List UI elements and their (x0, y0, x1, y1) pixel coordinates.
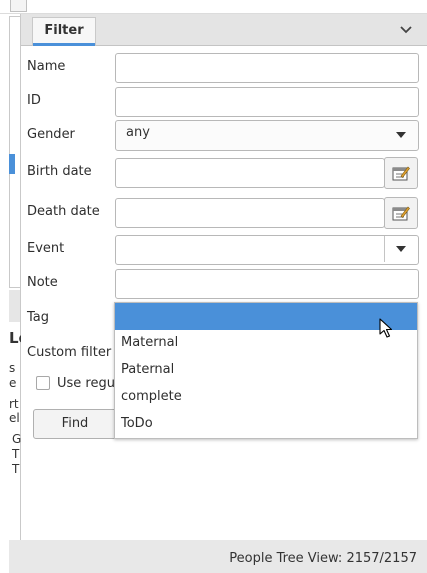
left-pane-text-fragment: s (9, 361, 16, 375)
birth-date-label: Birth date (27, 164, 92, 179)
gender-select[interactable]: any (115, 120, 419, 151)
left-pane-scroll-area (9, 290, 20, 322)
left-pane-text-fragment: el (9, 411, 20, 425)
event-label: Event (27, 241, 65, 256)
status-text: People Tree View: 2157/2157 (229, 551, 417, 566)
id-label: ID (27, 93, 41, 108)
tag-option-empty[interactable] (115, 303, 417, 330)
birth-date-calendar-button[interactable] (384, 157, 418, 189)
use-regex-checkbox[interactable] (36, 376, 50, 390)
death-date-calendar-button[interactable] (384, 197, 418, 229)
find-button-label: Find (61, 416, 89, 431)
custom-filter-label: Custom filter (27, 345, 112, 360)
tag-label: Tag (27, 310, 50, 325)
find-button[interactable]: Find (33, 409, 117, 439)
calendar-edit-icon (392, 166, 410, 181)
death-date-label: Death date (27, 204, 100, 219)
calendar-edit-icon (392, 206, 410, 221)
mouse-cursor-icon (379, 318, 393, 338)
left-pane-text-fragment: G (12, 432, 22, 446)
gender-value: any (126, 125, 150, 140)
left-pane-selected-row[interactable] (9, 154, 15, 174)
tab-active-indicator (33, 43, 95, 46)
gender-label: Gender (27, 127, 75, 142)
birth-date-field[interactable] (115, 158, 385, 188)
left-pane-text-fragment: T (12, 447, 20, 461)
left-pane-list[interactable] (9, 16, 20, 288)
name-field[interactable] (115, 53, 419, 83)
tag-option-complete[interactable]: complete (121, 389, 182, 404)
tag-option-maternal[interactable]: Maternal (121, 335, 178, 350)
tag-option-paternal[interactable]: Paternal (121, 362, 174, 377)
name-label: Name (27, 59, 66, 74)
top-tab-edge[interactable] (10, 0, 27, 12)
chevron-down-icon[interactable] (396, 20, 416, 40)
id-field[interactable] (115, 87, 419, 117)
tag-option-todo[interactable]: ToDo (121, 416, 153, 431)
note-field[interactable] (115, 269, 419, 299)
left-pane-text-fragment: rt (9, 397, 19, 411)
dropdown-arrow-icon (396, 132, 406, 138)
use-regex-label: Use regu (57, 376, 115, 391)
note-label: Note (27, 275, 58, 290)
tab-filter-label: Filter (44, 23, 84, 38)
left-pane-text-fragment: T (12, 462, 20, 476)
top-strip (0, 0, 427, 14)
event-combo[interactable] (115, 235, 419, 265)
death-date-field[interactable] (115, 198, 385, 228)
dropdown-arrow-icon[interactable] (396, 246, 406, 252)
left-pane-text-fragment: e (9, 376, 17, 390)
